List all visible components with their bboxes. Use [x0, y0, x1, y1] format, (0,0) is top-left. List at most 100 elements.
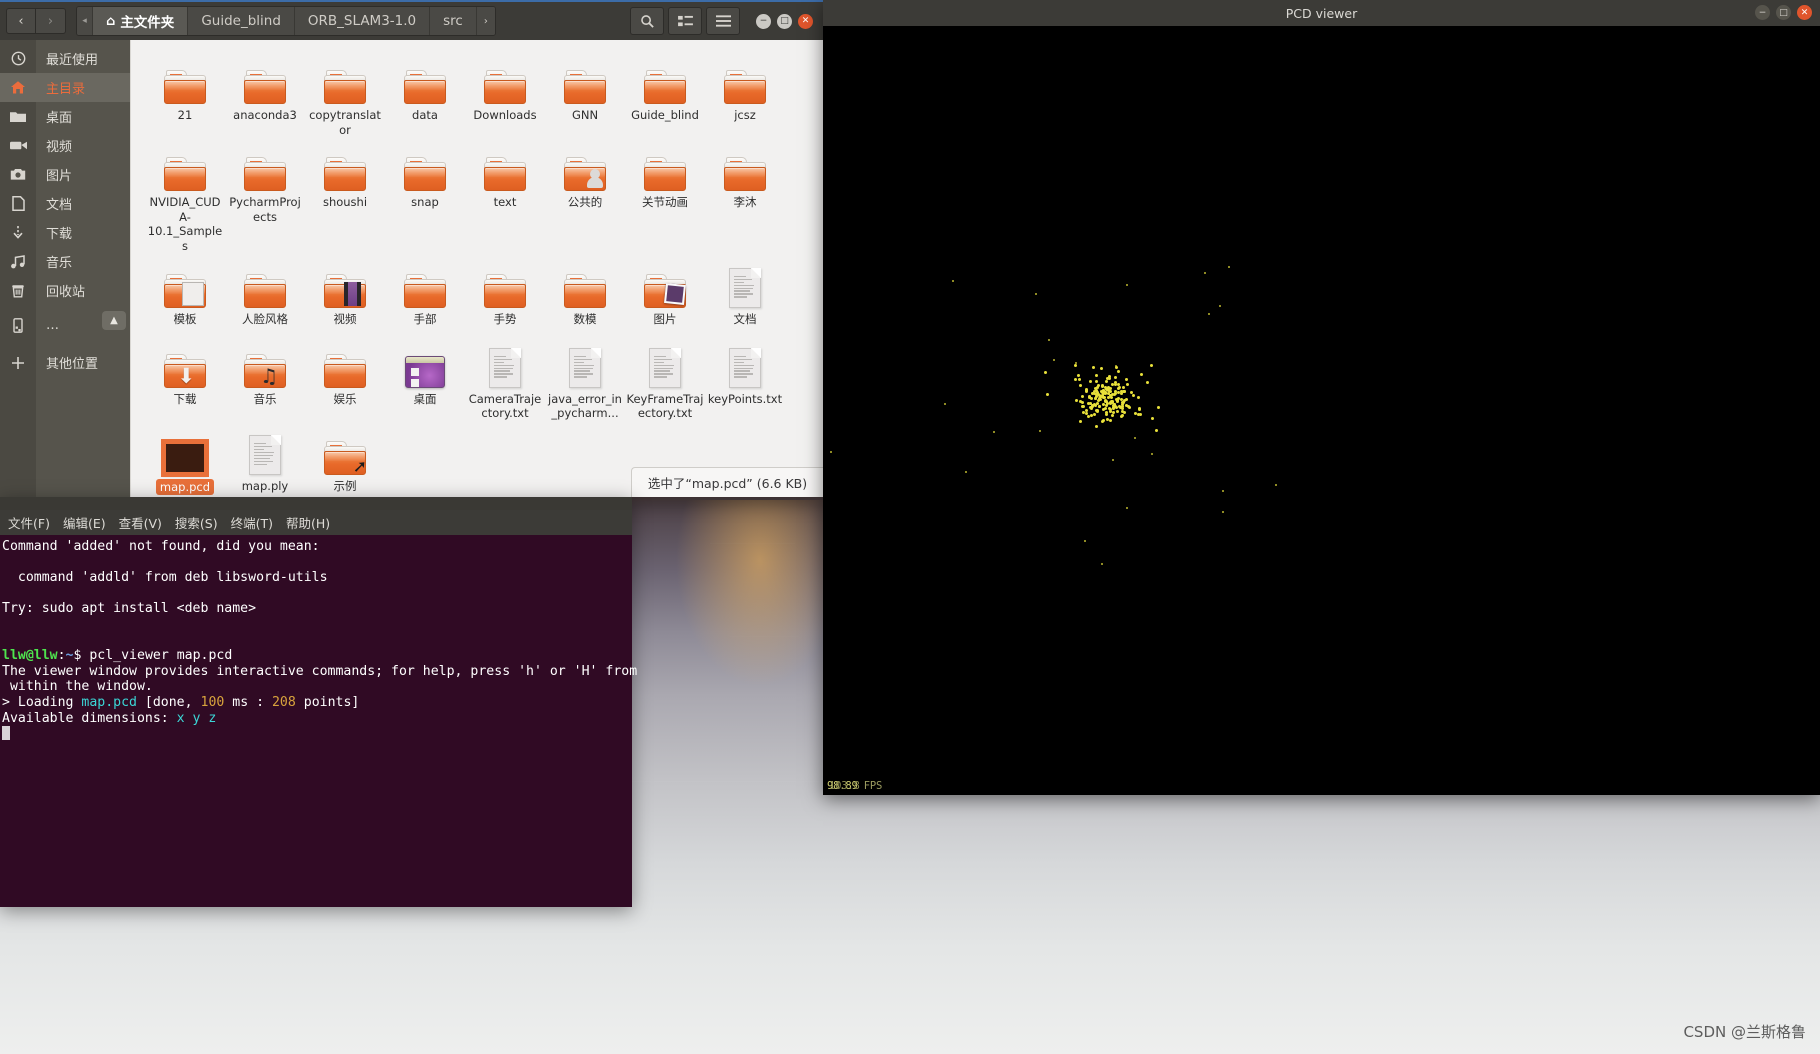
maximize-button[interactable]: □: [1776, 5, 1791, 20]
file-item[interactable]: keyPoints.txt: [705, 334, 785, 421]
file-item[interactable]: anaconda3: [225, 50, 305, 137]
sidebar-item-home[interactable]: 主目录: [0, 73, 130, 102]
headerbar-actions: − □ ✕: [630, 7, 817, 35]
file-label: text: [493, 195, 517, 210]
file-item[interactable]: 21: [145, 50, 225, 137]
file-item[interactable]: copytranslator: [305, 50, 385, 137]
file-item[interactable]: text: [465, 137, 545, 253]
sidebar-item-pictures[interactable]: 图片: [0, 160, 130, 189]
maximize-button[interactable]: □: [777, 13, 792, 29]
sidebar-item-trash[interactable]: 回收站: [0, 276, 130, 305]
sidebar-item-label: 其他位置: [46, 357, 99, 372]
fps-suffix: FPS: [857, 780, 883, 792]
file-label: snap: [411, 195, 439, 210]
breadcrumb-item-orb-slam3[interactable]: ORB_SLAM3-1.0: [294, 7, 431, 35]
file-item[interactable]: map.ply: [225, 421, 305, 497]
breadcrumb-item-guide-blind[interactable]: Guide_blind: [188, 7, 295, 35]
point-cloud-point: [1111, 413, 1115, 417]
file-item[interactable]: 手势: [465, 254, 545, 334]
file-item[interactable]: shoushi: [305, 137, 385, 253]
menu-view[interactable]: 查看(V): [119, 513, 162, 532]
file-item[interactable]: CameraTrajectory.txt: [465, 334, 545, 421]
menu-terminal[interactable]: 终端(T): [231, 513, 273, 532]
file-item[interactable]: Downloads: [465, 50, 545, 137]
file-item[interactable]: ⬇ 下载: [145, 334, 225, 421]
sidebar-item-desktop[interactable]: 桌面: [0, 102, 130, 131]
file-item[interactable]: java_error_in_pycharm...: [545, 334, 625, 421]
menu-search[interactable]: 搜索(S): [175, 513, 218, 532]
file-item[interactable]: KeyFrameTrajectory.txt: [625, 334, 705, 421]
breadcrumb-label: Guide_blind: [201, 13, 281, 29]
point-cloud-point: [1139, 412, 1143, 416]
file-grid-area[interactable]: 21 anaconda3 copytranslator data Downloa…: [130, 40, 823, 497]
file-item[interactable]: 公共的: [545, 137, 625, 253]
file-item[interactable]: PycharmProjects: [225, 137, 305, 253]
point-cloud-point: [1123, 389, 1127, 393]
file-item[interactable]: 娱乐: [305, 334, 385, 421]
point-cloud-point: [829, 451, 832, 454]
terminal-output[interactable]: Command 'added' not found, did you mean:…: [0, 535, 637, 907]
breadcrumb-item-src[interactable]: src: [430, 7, 477, 35]
folder-icon: [324, 353, 366, 388]
file-label: 21: [177, 108, 193, 122]
file-item[interactable]: 桌面: [385, 334, 465, 421]
file-item[interactable]: GNN: [545, 50, 625, 137]
camera-icon: [0, 168, 36, 181]
close-button[interactable]: ✕: [1797, 5, 1812, 20]
minimize-button[interactable]: −: [1755, 5, 1770, 20]
point-cloud-point: [1128, 406, 1132, 410]
folder-icon: [724, 70, 766, 104]
hamburger-menu-icon[interactable]: [706, 7, 740, 35]
file-item[interactable]: 数模: [545, 254, 625, 334]
menu-file[interactable]: 文件(F): [8, 513, 50, 532]
breadcrumb-collapse-icon[interactable]: ◂: [77, 7, 93, 35]
file-item[interactable]: Guide_blind: [625, 50, 705, 137]
terminal-window: 文件(F) 编辑(E) 查看(V) 搜索(S) 终端(T) 帮助(H) Comm…: [0, 497, 637, 907]
sidebar-item-other-locations[interactable]: 其他位置: [0, 348, 130, 377]
file-item[interactable]: 人脸风格: [225, 254, 305, 334]
minimize-button[interactable]: −: [756, 13, 771, 29]
file-item[interactable]: ➚ 示例: [305, 421, 385, 497]
file-item[interactable]: NVIDIA_CUDA-10.1_Samples: [145, 137, 225, 253]
file-item[interactable]: 关节动画: [625, 137, 705, 253]
file-item[interactable]: ♫ 音乐: [225, 334, 305, 421]
search-icon[interactable]: [630, 7, 664, 35]
menu-help[interactable]: 帮助(H): [286, 513, 330, 532]
file-item[interactable]: 视频: [305, 254, 385, 334]
point-cloud-point: [1208, 312, 1211, 315]
file-item-map-pcd[interactable]: map.pcd: [145, 421, 225, 497]
pcd-viewer-window: PCD viewer − □ ✕ 103.8 98.89 FPS: [823, 0, 1820, 795]
pcd-file-icon: [161, 438, 209, 477]
folder-videos-icon: [324, 273, 366, 308]
sidebar-item-recent[interactable]: 最近使用: [0, 44, 130, 73]
sidebar-item-videos[interactable]: 视频: [0, 131, 130, 160]
file-item[interactable]: data: [385, 50, 465, 137]
point-cloud-point: [1081, 411, 1085, 415]
point-cloud-point: [1098, 404, 1102, 408]
sidebar-item-music[interactable]: 音乐: [0, 247, 130, 276]
breadcrumb-item-home[interactable]: ⌂ 主文件夹: [93, 7, 189, 35]
point-cloud-point: [1053, 359, 1056, 362]
close-button[interactable]: ✕: [798, 13, 813, 29]
folder-icon: [164, 157, 206, 192]
view-grid-icon[interactable]: [668, 7, 702, 35]
sidebar-item-downloads[interactable]: 下载: [0, 218, 130, 247]
file-label: 李沐: [733, 195, 757, 210]
file-item[interactable]: snap: [385, 137, 465, 253]
forward-button[interactable]: ›: [36, 8, 66, 34]
back-button[interactable]: ‹: [6, 8, 36, 34]
eject-icon[interactable]: ▲: [102, 311, 126, 330]
file-item[interactable]: jcsz: [705, 50, 785, 137]
file-item[interactable]: 李沐: [705, 137, 785, 253]
sidebar-item-documents[interactable]: 文档: [0, 189, 130, 218]
point-cloud-canvas[interactable]: 103.8 98.89 FPS: [823, 26, 1820, 795]
file-item[interactable]: 手部: [385, 254, 465, 334]
file-item[interactable]: 文档: [705, 254, 785, 334]
terminal-line: command 'addld' from deb libsword-utils: [2, 570, 328, 586]
file-item[interactable]: 模板: [145, 254, 225, 334]
fps-counter: 103.8 98.89 FPS: [827, 780, 882, 792]
menu-edit[interactable]: 编辑(E): [63, 513, 106, 532]
breadcrumb-next-icon[interactable]: ›: [476, 7, 495, 35]
file-item[interactable]: 图片: [625, 254, 705, 334]
